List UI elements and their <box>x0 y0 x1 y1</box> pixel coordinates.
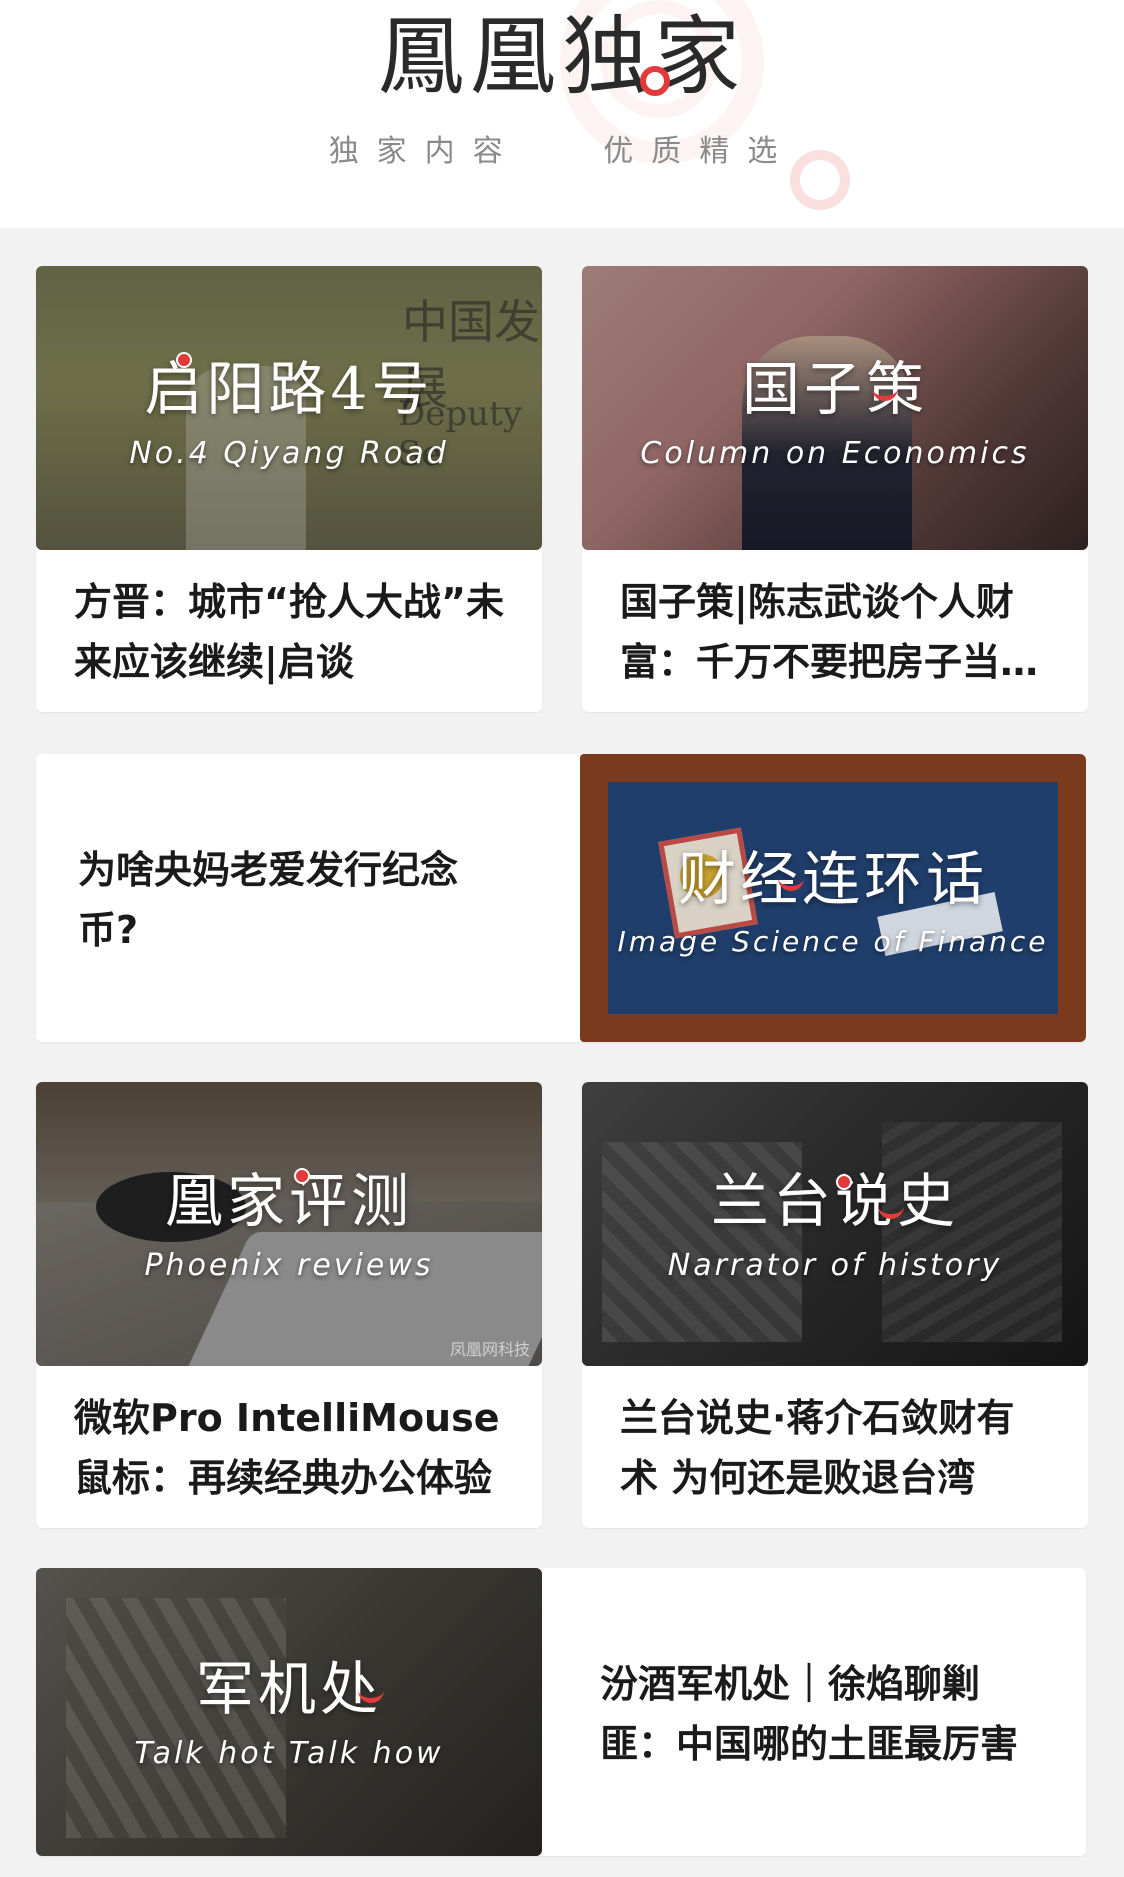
article-card[interactable]: 中国发展 Deputy Se 启阳路4号 No.4 Qiyang Road 方晋… <box>36 266 542 712</box>
article-headline[interactable]: 微软Pro IntelliMouse鼠标：再续经典办公体验 <box>74 1388 504 1508</box>
brand-dot-icon <box>640 66 670 96</box>
banner-watermark: 凤凰网科技 <box>449 1340 530 1359</box>
column-banner[interactable]: 凰家评测 Phoenix reviews 凤凰网科技 <box>36 1082 542 1366</box>
banner-subtitle: Column on Economics <box>640 436 1030 471</box>
article-card[interactable]: 兰台说史 Narrator of history 兰台说史·蒋介石敛财有术 为何… <box>582 1082 1088 1528</box>
brand-title: 鳳凰独家 <box>378 7 746 107</box>
article-headline[interactable]: 国子策|陈志武谈个人财富：千万不要把房子当作投资 <box>620 572 1050 692</box>
column-banner[interactable]: 中国发展 Deputy Se 启阳路4号 No.4 Qiyang Road <box>36 266 542 550</box>
banner-title: 启阳路4号 <box>144 355 434 423</box>
banner-title: 军机处 <box>195 1655 382 1723</box>
banner-title: 国子策 <box>741 355 928 423</box>
banner-accent-dot-icon <box>294 1168 310 1184</box>
header-banner: 鳳凰独家 独家内容 优质精选 <box>0 0 1124 228</box>
banner-subtitle: Phoenix reviews <box>144 1248 434 1283</box>
brand-subtitle: 独家内容 优质精选 <box>328 134 796 169</box>
banner-title: 财经连环话 <box>677 845 988 913</box>
column-banner[interactable]: 军机处 Talk hot Talk how <box>36 1568 542 1856</box>
column-banner[interactable]: 国子策 Column on Economics <box>582 266 1088 550</box>
banner-subtitle: No.4 Qiyang Road <box>129 436 449 471</box>
banner-subtitle: Talk hot Talk how <box>134 1736 444 1771</box>
column-banner[interactable]: 兰台说史 Narrator of history <box>582 1082 1088 1366</box>
banner-accent-dot-icon <box>836 1174 852 1190</box>
article-card[interactable]: 军机处 Talk hot Talk how 汾酒军机处｜徐焰聊剿匪：中国哪的土匪… <box>36 1568 1086 1856</box>
banner-title: 凰家评测 <box>164 1167 413 1235</box>
banner-subtitle: Narrator of history <box>667 1248 1003 1283</box>
article-headline[interactable]: 为啥央妈老爱发行纪念币? <box>78 840 508 960</box>
article-headline[interactable]: 兰台说史·蒋介石敛财有术 为何还是败退台湾 <box>620 1388 1050 1508</box>
article-headline[interactable]: 汾酒军机处｜徐焰聊剿匪：中国哪的土匪最厉害 <box>600 1654 1040 1774</box>
column-banner[interactable]: 财经连环话 Image Science of Finance <box>580 754 1086 1042</box>
banner-title: 兰台说史 <box>710 1167 959 1235</box>
article-card[interactable]: 国子策 Column on Economics 国子策|陈志武谈个人财富：千万不… <box>582 266 1088 712</box>
banner-subtitle: Image Science of Finance <box>617 925 1049 958</box>
article-card[interactable]: 凰家评测 Phoenix reviews 凤凰网科技 微软Pro Intelli… <box>36 1082 542 1528</box>
article-headline[interactable]: 方晋：城市“抢人大战”未来应该继续|启谈 <box>74 572 504 692</box>
article-card[interactable]: 为啥央妈老爱发行纪念币? 财经连环话 Image Science of Fina… <box>36 754 1086 1042</box>
banner-accent-dot-icon <box>176 352 192 368</box>
